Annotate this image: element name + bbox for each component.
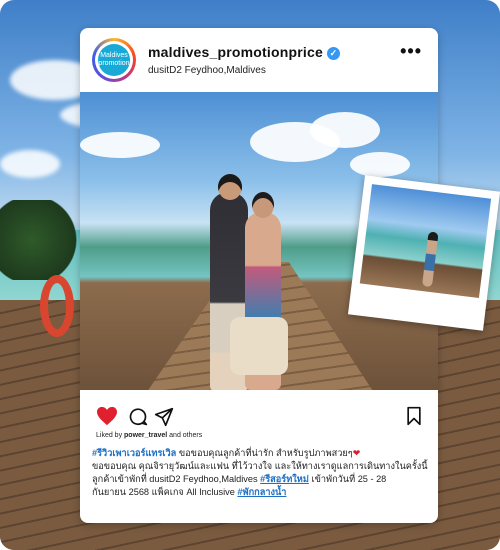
location-label[interactable]: dusitD2 Feydhoo,Maldives <box>148 65 266 76</box>
action-bar <box>96 406 422 428</box>
man-head <box>218 174 242 200</box>
hashtag-link[interactable]: #รีวิวเพาเวอร์แทรเวิล <box>92 448 176 458</box>
avatar[interactable]: Maldives promotion <box>92 38 136 82</box>
hashtag-link[interactable]: #รีสอร์ทใหม่ <box>260 474 309 484</box>
hashtag-link[interactable]: #พักกลางน้ำ <box>237 487 286 497</box>
bookmark-icon[interactable] <box>406 406 422 426</box>
post-header: Maldives promotion maldives_promotionpri… <box>80 28 438 92</box>
comment-icon[interactable] <box>128 407 148 427</box>
post-caption: #รีวิวเพาเวอร์แทรเวิล ขอขอบคุณลูกค้าที่น… <box>92 448 428 497</box>
polaroid-image <box>359 184 492 299</box>
verified-badge-icon: ✓ <box>326 46 340 60</box>
cloud <box>80 132 160 158</box>
liked-by-text: Liked by power_travel and others <box>96 432 203 439</box>
woman-figure-small <box>421 231 439 288</box>
tote-bag <box>230 317 288 375</box>
cloud <box>0 150 60 178</box>
polaroid-photo <box>347 175 500 331</box>
cloud <box>310 112 380 148</box>
heart-icon[interactable] <box>96 406 118 426</box>
trees <box>0 200 80 280</box>
liked-by-user[interactable]: power_travel <box>124 432 167 439</box>
username[interactable]: maldives_promotionprice ✓ <box>148 44 340 60</box>
share-icon[interactable] <box>154 407 174 427</box>
cloud <box>350 152 410 177</box>
woman-head <box>252 192 274 218</box>
avatar-logo: Maldives promotion <box>98 44 130 76</box>
more-dots-icon[interactable]: ••• <box>400 41 422 62</box>
heart-emoji-icon: ❤ <box>352 448 361 458</box>
life-ring <box>40 275 74 337</box>
